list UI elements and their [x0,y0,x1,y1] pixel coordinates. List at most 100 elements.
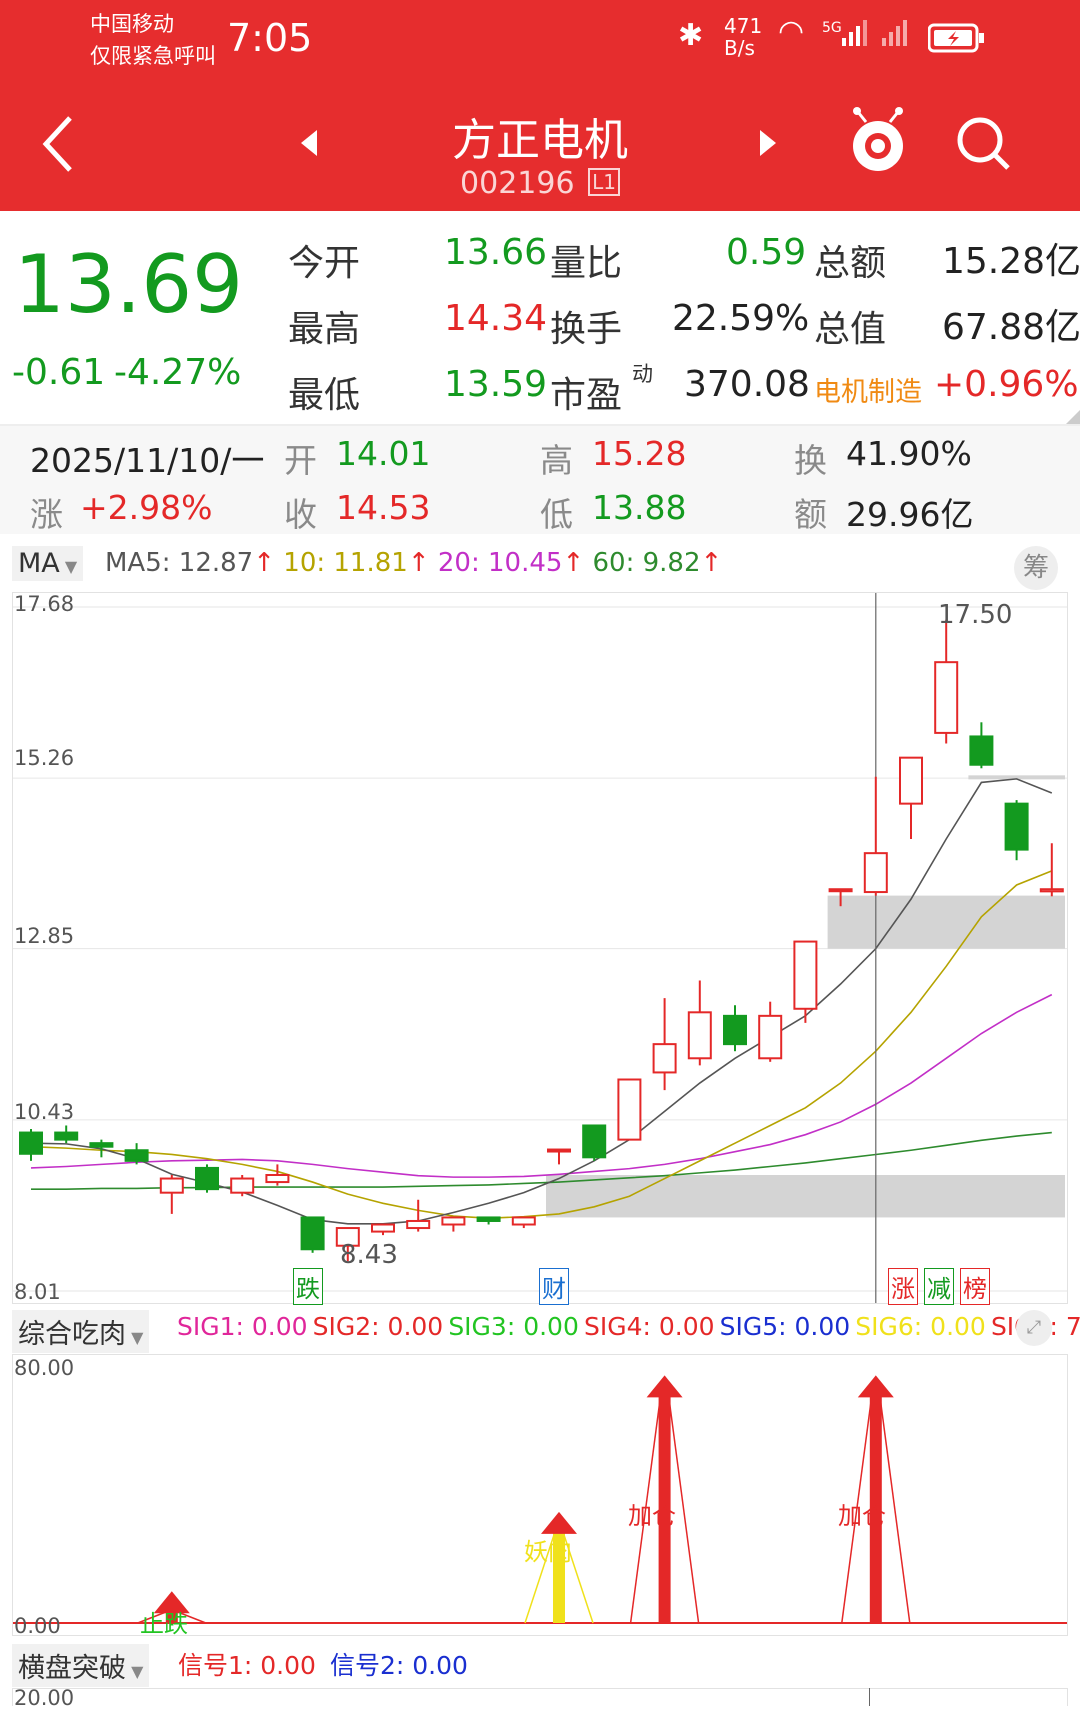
sub-chart-panel[interactable] [12,1354,1068,1636]
sig6-value: SIG6: 0.00 [855,1312,986,1341]
signal-chart[interactable] [13,1355,1067,1635]
candle-body [89,1142,114,1148]
indicator-selector[interactable]: 综合吃肉 ▼ [12,1310,150,1353]
sub2-chart-panel [12,1688,1068,1706]
indicator2-selector[interactable]: 横盘突破 ▼ [12,1644,150,1687]
day-low-value: 13.88 [592,488,687,527]
candle-body [476,1216,501,1222]
emergency-notice: 仅限紧急呼叫 [90,44,216,68]
candle-body [406,1219,431,1230]
app-header: 中国移动 仅限紧急呼叫 7:05 ✱ 471 B/s ◠ 5G 方正电机 002… [0,0,1080,211]
candle-body [300,1216,325,1251]
price-zone [546,1174,1065,1218]
turnover-value: 22.59% [672,298,810,339]
candle-body [934,661,959,734]
ma20-line [30,993,1053,1178]
high-value: 14.34 [444,298,548,339]
volratio-value: 0.59 [726,232,807,273]
low-annotation: 8.43 [340,1240,398,1270]
day-close-label: 收 [284,495,317,534]
sub2-y-top: 20.00 [14,1686,75,1710]
day-info-panel: 2025/11/10/一 涨 +2.98% 开 14.01 收 14.53 高 … [0,426,1080,534]
wifi-icon: ◠ [778,14,805,49]
candle-body [793,940,818,1010]
candle-body [195,1166,219,1191]
event-tag-list[interactable]: 榜 [960,1268,990,1305]
candle-body [828,888,853,893]
high-annotation: 17.50 [938,600,1013,630]
signal-label-add-1: 加仓 [628,1502,676,1530]
pe-label: 市盈 [550,375,623,416]
ma10-value: 10: 11.81 [283,548,408,578]
sig5-value: SIG5: 0.00 [719,1312,851,1341]
price-change-pct: -4.27% [114,352,242,393]
signal-label-demon: 妖肉 [524,1538,572,1566]
last-price: 13.69 [14,238,244,331]
signal-arrow-icon [857,1375,894,1398]
day-open-label: 开 [284,441,317,480]
chevron-down-icon: ▼ [126,1328,144,1347]
level-badge: L1 [588,168,620,196]
candle-body [652,1043,677,1074]
corner-fold [1066,410,1080,424]
candlestick-chart[interactable] [13,593,1067,1303]
sector-name[interactable]: 电机制造 [814,370,922,409]
day-open-value: 14.01 [336,434,431,473]
ma-selector[interactable]: MA ▼ [12,546,84,581]
amount-value: 15.28亿 [942,241,1080,282]
candle-body [1004,802,1029,851]
day-date: 2025/11/10/一 [30,441,265,480]
candle-body [54,1131,79,1141]
sub-y-bottom: 0.00 [14,1614,61,1638]
candle-body [899,756,923,805]
signal-5g-label: 5G [822,20,842,36]
candle-body [371,1223,395,1233]
chip-distribution-button[interactable]: 筹 [1014,546,1058,590]
day-turnover-label: 换 [794,441,827,480]
candle-body [582,1124,607,1159]
ma5-line [30,778,1053,1225]
event-tag-reduce[interactable]: 减 [924,1268,954,1305]
mktcap-value: 67.88亿 [942,307,1080,348]
event-tag-rise[interactable]: 涨 [888,1268,918,1305]
crosshair-line-lower [869,1688,870,1706]
day-amount-value: 29.96亿 [846,495,974,534]
signal-arrow-icon [646,1375,683,1398]
amount-label: 总额 [814,243,887,284]
candle-body [511,1216,536,1226]
indicator-signals: SIG1: 0.00 SIG2: 0.00 SIG3: 0.00 SIG4: 0… [177,1312,1080,1341]
main-chart-panel[interactable] [12,592,1068,1304]
day-low-label: 低 [540,495,573,534]
chevron-down-icon: ▼ [59,557,78,576]
y-label-2: 15.26 [14,746,75,770]
mktcap-label: 总值 [814,309,887,350]
pe-value: 370.08 [684,364,810,405]
stock-title: 方正电机 [452,115,628,166]
signal2-value: 信号2: 0.00 [330,1651,468,1680]
robot-assistant-icon[interactable] [848,106,908,176]
signal-label-add-2: 加仓 [838,1502,886,1530]
next-stock-icon[interactable] [756,128,780,158]
open-label: 今开 [288,243,361,284]
price-change: -0.61 [12,352,106,393]
signal1-value: 信号1: 0.00 [178,1651,316,1680]
chevron-down-icon: ▼ [126,1662,144,1681]
candle-body [547,1148,571,1153]
candle-body [265,1173,290,1184]
event-tag-finance[interactable]: 财 [539,1268,569,1305]
candle-body [758,1014,783,1060]
bluetooth-icon: ✱ [678,18,704,53]
y-label-4: 10.43 [14,1100,75,1124]
signal-label-stop-fall: 止跌 [140,1610,188,1638]
search-icon[interactable] [954,114,1014,174]
ma-selector-label: MA [18,548,60,579]
event-tag-fall[interactable]: 跌 [293,1268,323,1305]
collapse-icon[interactable]: ⤢ [1016,1310,1052,1346]
y-label-bottom: 8.01 [14,1280,61,1304]
signal-icon [840,18,870,48]
low-value: 13.59 [444,364,548,405]
ma20-up-icon: ↑ [562,548,585,578]
candle-body [1039,888,1064,893]
low-label: 最低 [288,375,361,416]
carrier-label: 中国移动 [90,12,174,36]
